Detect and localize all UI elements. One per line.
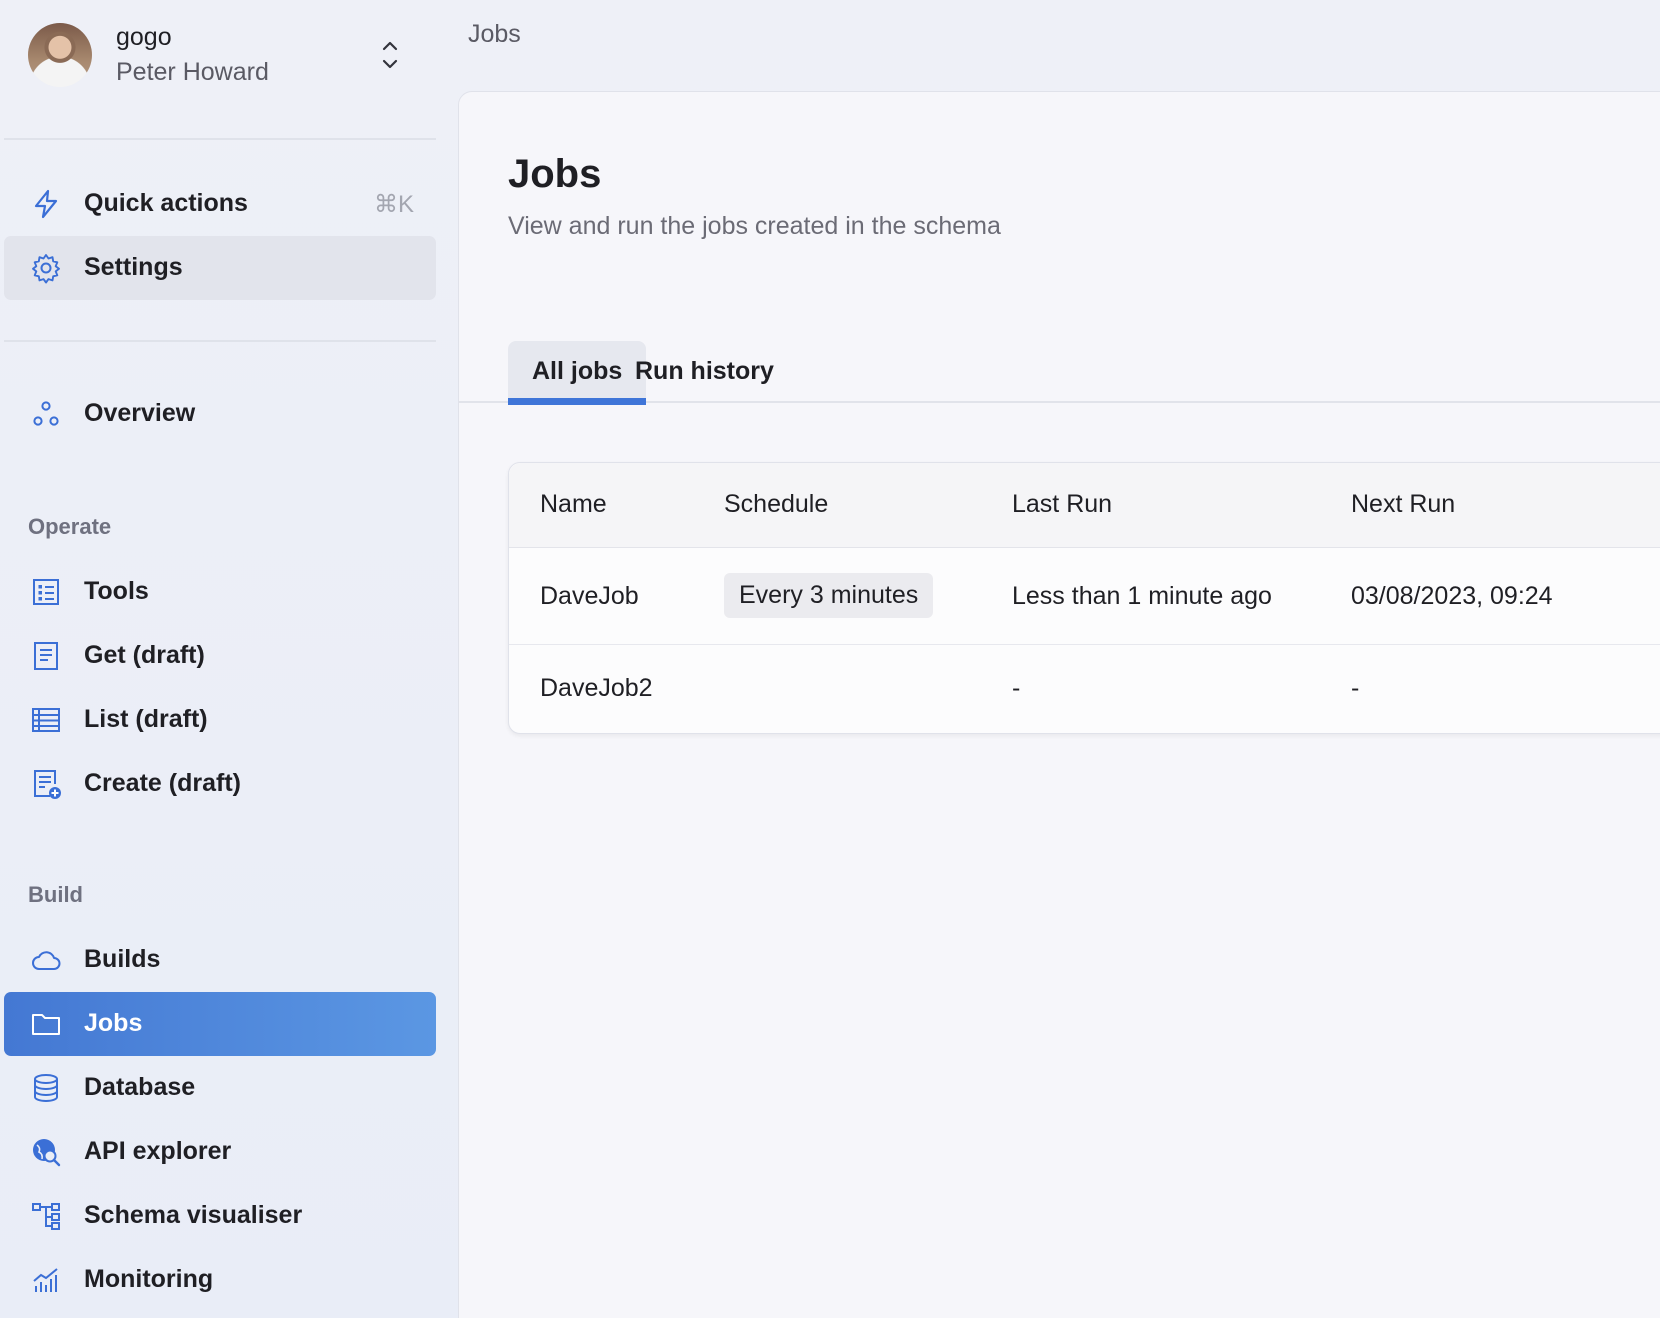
list-icon [32, 708, 60, 732]
main-content: Jobs View and run the jobs created in th… [458, 91, 1660, 1318]
overview-item[interactable]: Overview [4, 382, 436, 446]
settings-item[interactable]: Settings [4, 236, 436, 300]
database-icon [34, 1074, 58, 1102]
breadcrumb: Jobs [468, 20, 521, 48]
chart-icon [33, 1268, 58, 1292]
sidebar-divider [4, 340, 436, 342]
table-header: Name Schedule Last Run Next Run [509, 463, 1660, 548]
account-switcher[interactable]: gogo Peter Howard [28, 23, 408, 89]
folder-icon [32, 1014, 60, 1035]
sidebar-item-label: Schema visualiser [84, 1201, 303, 1229]
next-run: - [1351, 674, 1360, 702]
column-header-name[interactable]: Name [540, 490, 607, 519]
sidebar-item-monitoring[interactable]: Monitoring [4, 1248, 436, 1312]
account-user-name: Peter Howard [116, 58, 269, 86]
sidebar-divider [4, 138, 436, 140]
quick-actions-label: Quick actions [84, 189, 248, 217]
document-icon [34, 642, 58, 670]
quick-actions-item[interactable]: Quick actions ⌘K [4, 172, 436, 236]
create-document-icon [34, 770, 61, 799]
gear-icon [32, 254, 60, 284]
tab-bar: All jobs Run history [459, 341, 1660, 405]
job-name[interactable]: DaveJob2 [540, 674, 653, 703]
section-label-operate: Operate [28, 514, 112, 539]
tools-icon [33, 579, 59, 605]
sidebar-item-label: Jobs [84, 1009, 143, 1037]
sidebar-item-get-draft[interactable]: Get (draft) [4, 624, 436, 688]
column-header-schedule[interactable]: Schedule [724, 490, 828, 519]
column-header-last-run[interactable]: Last Run [1012, 490, 1112, 519]
last-run: Less than 1 minute ago [1012, 582, 1272, 610]
sidebar-item-database[interactable]: Database [4, 1056, 436, 1120]
sidebar-item-create-draft[interactable]: Create (draft) [4, 752, 436, 816]
sidebar-item-label: Database [84, 1073, 196, 1101]
column-header-next-run[interactable]: Next Run [1351, 490, 1455, 519]
overview-icon [33, 401, 59, 426]
section-label-build: Build [28, 882, 83, 907]
lightning-icon [34, 189, 58, 219]
schedule-badge: Every 3 minutes [724, 573, 934, 618]
page-subtitle: View and run the jobs created in the sch… [508, 212, 1001, 240]
last-run: - [1012, 674, 1021, 702]
settings-label: Settings [84, 253, 183, 281]
quick-actions-shortcut: ⌘K [373, 191, 414, 218]
job-name[interactable]: DaveJob [540, 582, 639, 611]
table-row[interactable]: DaveJob Every 3 minutes Less than 1 minu… [509, 548, 1660, 645]
sidebar-item-label: Tools [84, 577, 149, 605]
cloud-icon [32, 951, 61, 970]
globe-search-icon [33, 1139, 61, 1167]
sidebar-item-tools[interactable]: Tools [4, 560, 436, 624]
schema-icon [32, 1203, 60, 1230]
account-org-name: gogo [116, 23, 172, 51]
sidebar: gogo Peter Howard Quick actions ⌘K Setti… [0, 0, 458, 1318]
sidebar-item-builds[interactable]: Builds [4, 928, 436, 992]
sidebar-item-label: Create (draft) [84, 769, 241, 797]
sidebar-item-label: Get (draft) [84, 641, 205, 669]
page-title: Jobs [508, 152, 602, 196]
sidebar-item-label: API explorer [84, 1137, 232, 1165]
sidebar-item-list-draft[interactable]: List (draft) [4, 688, 436, 752]
table-row[interactable]: DaveJob2 - - [509, 645, 1660, 733]
sidebar-item-api-explorer[interactable]: API explorer [4, 1120, 436, 1184]
next-run: 03/08/2023, 09:24 [1351, 582, 1553, 610]
chevron-up-down-icon[interactable] [378, 37, 402, 73]
avatar [28, 23, 92, 87]
sidebar-item-label: List (draft) [84, 705, 208, 733]
sidebar-item-jobs[interactable]: Jobs [4, 992, 436, 1056]
sidebar-item-label: Builds [84, 945, 161, 973]
tab-run-history[interactable]: Run history [611, 341, 798, 403]
jobs-table: Name Schedule Last Run Next Run DaveJob … [508, 462, 1660, 734]
sidebar-item-schema-visualiser[interactable]: Schema visualiser [4, 1184, 436, 1248]
sidebar-item-label: Monitoring [84, 1265, 214, 1293]
overview-label: Overview [84, 399, 196, 427]
